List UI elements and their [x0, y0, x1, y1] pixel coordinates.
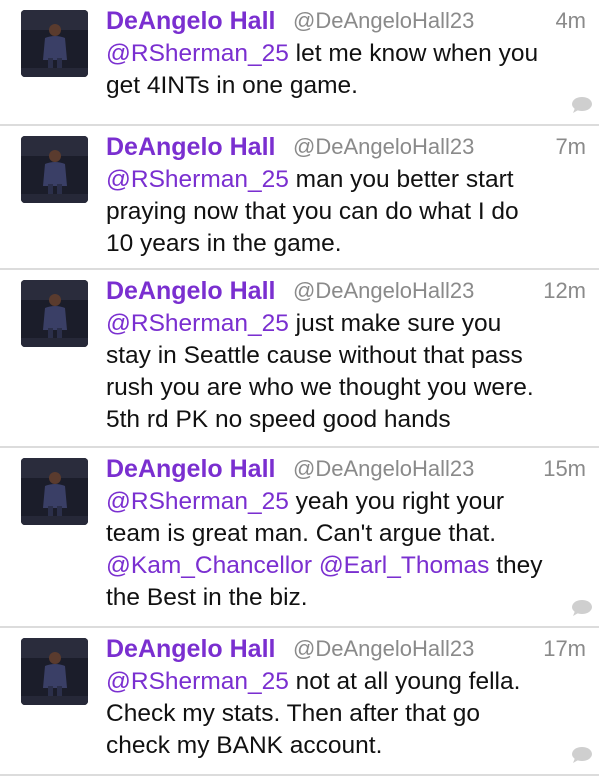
avatar[interactable]: [21, 280, 88, 347]
speech-bubble-icon[interactable]: [571, 599, 593, 617]
author-name[interactable]: DeAngelo Hall: [106, 130, 275, 164]
tweet-line-text: [312, 552, 319, 579]
tweet-line: 10 years in the game.: [106, 230, 342, 257]
author-handle[interactable]: @DeAngeloHall23: [293, 4, 474, 38]
speech-bubble-icon[interactable]: [571, 746, 593, 764]
tweet-line: get 4INTs in one game.: [106, 72, 358, 99]
avatar[interactable]: [21, 638, 88, 705]
mention-link[interactable]: @RSherman_25: [106, 668, 289, 695]
author-handle[interactable]: @DeAngeloHall23: [293, 274, 474, 308]
tweet-timestamp: 4m: [555, 8, 586, 33]
tweet-header: DeAngelo Hall @DeAngeloHall23 12m: [106, 274, 586, 308]
author-handle[interactable]: @DeAngeloHall23: [293, 452, 474, 486]
tweet[interactable]: DeAngelo Hall @DeAngeloHall23 7m @RSherm…: [0, 126, 599, 270]
tweet-line: 5th rd PK no speed good hands: [106, 406, 451, 433]
author-name[interactable]: DeAngelo Hall: [106, 4, 275, 38]
tweet-timestamp: 7m: [555, 134, 586, 159]
tweet-timestamp: 17m: [543, 636, 586, 661]
tweet-line: check my BANK account.: [106, 732, 383, 759]
author-handle[interactable]: @DeAngeloHall23: [293, 130, 474, 164]
avatar[interactable]: [21, 10, 88, 77]
avatar[interactable]: [21, 136, 88, 203]
tweet-timestamp: 12m: [543, 278, 586, 303]
avatar-photo: [21, 458, 88, 525]
tweet[interactable]: DeAngelo Hall @DeAngeloHall23 12m @RSher…: [0, 270, 599, 448]
avatar-photo: [21, 638, 88, 705]
tweet-line-text: let me know when you: [288, 40, 539, 67]
tweet-line: praying now that you can do what I do: [106, 198, 519, 225]
tweet[interactable]: DeAngelo Hall @DeAngeloHall23 4m @RSherm…: [0, 0, 599, 126]
tweet-line-text: yeah you right your: [288, 488, 505, 515]
tweet-line: @RSherman_25 man you better start: [106, 164, 592, 196]
tweet-line-text: they: [489, 552, 543, 579]
author-handle[interactable]: @DeAngeloHall23: [293, 632, 474, 666]
tweet-line: @RSherman_25 just make sure you: [106, 308, 592, 340]
tweet-line: team is great man. Can't argue that.: [106, 520, 497, 547]
tweet-line-text: not at all young fella.: [288, 668, 521, 695]
tweet-line: @RSherman_25 let me know when you: [106, 38, 592, 70]
tweet-text: @RSherman_25 yeah you right your team is…: [106, 486, 592, 614]
tweet-line-text: just make sure you: [288, 310, 502, 337]
tweet[interactable]: DeAngelo Hall @DeAngeloHall23 15m @RSher…: [0, 448, 599, 628]
avatar-photo: [21, 136, 88, 203]
mention-link[interactable]: @RSherman_25: [106, 166, 289, 193]
author-name[interactable]: DeAngelo Hall: [106, 274, 275, 308]
tweet-line: @Kam_Chancellor @Earl_Thomas they: [106, 550, 592, 582]
tweet-header: DeAngelo Hall @DeAngeloHall23 7m: [106, 130, 586, 164]
tweet-text: @RSherman_25 let me know when you get 4I…: [106, 38, 592, 102]
author-name[interactable]: DeAngelo Hall: [106, 632, 275, 666]
tweet-line: @RSherman_25 not at all young fella.: [106, 666, 592, 698]
tweet-line: the Best in the biz.: [106, 584, 308, 611]
avatar-photo: [21, 280, 88, 347]
tweet-line: rush you are who we thought you were.: [106, 374, 534, 401]
tweet-timeline: DeAngelo Hall @DeAngeloHall23 4m @RSherm…: [0, 0, 599, 776]
tweet-text: @RSherman_25 man you better start prayin…: [106, 164, 592, 260]
tweet-timestamp: 15m: [543, 456, 586, 481]
tweet-line: @RSherman_25 yeah you right your: [106, 486, 592, 518]
tweet-header: DeAngelo Hall @DeAngeloHall23 15m: [106, 452, 586, 486]
avatar[interactable]: [21, 458, 88, 525]
mention-link[interactable]: @Kam_Chancellor: [106, 552, 312, 579]
mention-link[interactable]: @Earl_Thomas: [319, 552, 490, 579]
tweet-text: @RSherman_25 not at all young fella. Che…: [106, 666, 592, 762]
tweet-line-text: man you better start: [288, 166, 514, 193]
mention-link[interactable]: @RSherman_25: [106, 310, 289, 337]
tweet[interactable]: DeAngelo Hall @DeAngeloHall23 17m @RSher…: [0, 628, 599, 776]
tweet-header: DeAngelo Hall @DeAngeloHall23 4m: [106, 4, 586, 38]
tweet-line: Check my stats. Then after that go: [106, 700, 481, 727]
avatar-photo: [21, 10, 88, 77]
author-name[interactable]: DeAngelo Hall: [106, 452, 275, 486]
mention-link[interactable]: @RSherman_25: [106, 40, 289, 67]
speech-bubble-icon[interactable]: [571, 96, 593, 114]
tweet-header: DeAngelo Hall @DeAngeloHall23 17m: [106, 632, 586, 666]
tweet-text: @RSherman_25 just make sure you stay in …: [106, 308, 592, 436]
tweet-line: stay in Seattle cause without that pass: [106, 342, 523, 369]
mention-link[interactable]: @RSherman_25: [106, 488, 289, 515]
